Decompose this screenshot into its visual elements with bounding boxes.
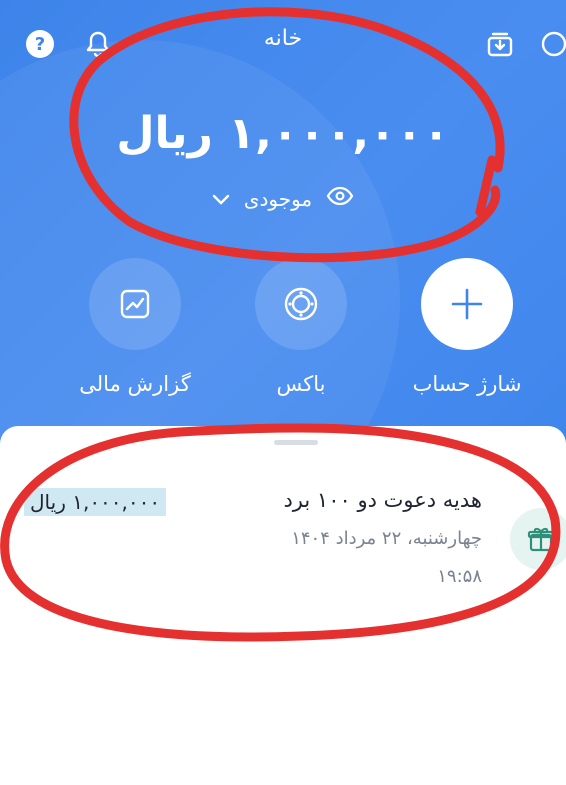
transactions-sheet — [0, 426, 566, 785]
charge-account-label: شارژ حساب — [412, 372, 522, 396]
page-title: خانه — [263, 26, 303, 51]
plus-icon[interactable] — [421, 258, 513, 350]
transaction-date: چهارشنبه، ۲۲ مرداد ۱۴۰۴ — [291, 528, 482, 549]
charge-account-button[interactable]: شارژ حساب — [402, 258, 532, 396]
sheet-handle[interactable] — [274, 440, 318, 445]
gift-icon — [510, 508, 566, 570]
eye-icon[interactable] — [326, 186, 354, 211]
transaction-title: هدیه دعوت دو ۱۰۰ برد — [283, 488, 482, 512]
transaction-amount: ۱,۰۰۰,۰۰۰ ریال — [24, 488, 167, 516]
chevron-down-icon[interactable] — [212, 187, 230, 211]
box-button[interactable]: باکس — [236, 258, 366, 396]
chart-icon[interactable] — [89, 258, 181, 350]
financial-report-label: گزارش مالی — [79, 372, 191, 396]
balance-toggle[interactable]: موجودی — [0, 186, 566, 211]
balance-label: موجودی — [243, 186, 313, 211]
box-icon[interactable] — [255, 258, 347, 350]
balance-amount: ۱,۰۰۰,۰۰۰ ریال — [116, 108, 450, 159]
wallet-header: ? خانه ۱,۰۰۰,۰۰۰ ریال موجودی شارژ حساب ب… — [0, 0, 566, 445]
financial-report-button[interactable]: گزارش مالی — [70, 258, 200, 396]
transaction-time: ۱۹:۵۸ — [437, 566, 482, 587]
box-label: باکس — [276, 372, 326, 396]
